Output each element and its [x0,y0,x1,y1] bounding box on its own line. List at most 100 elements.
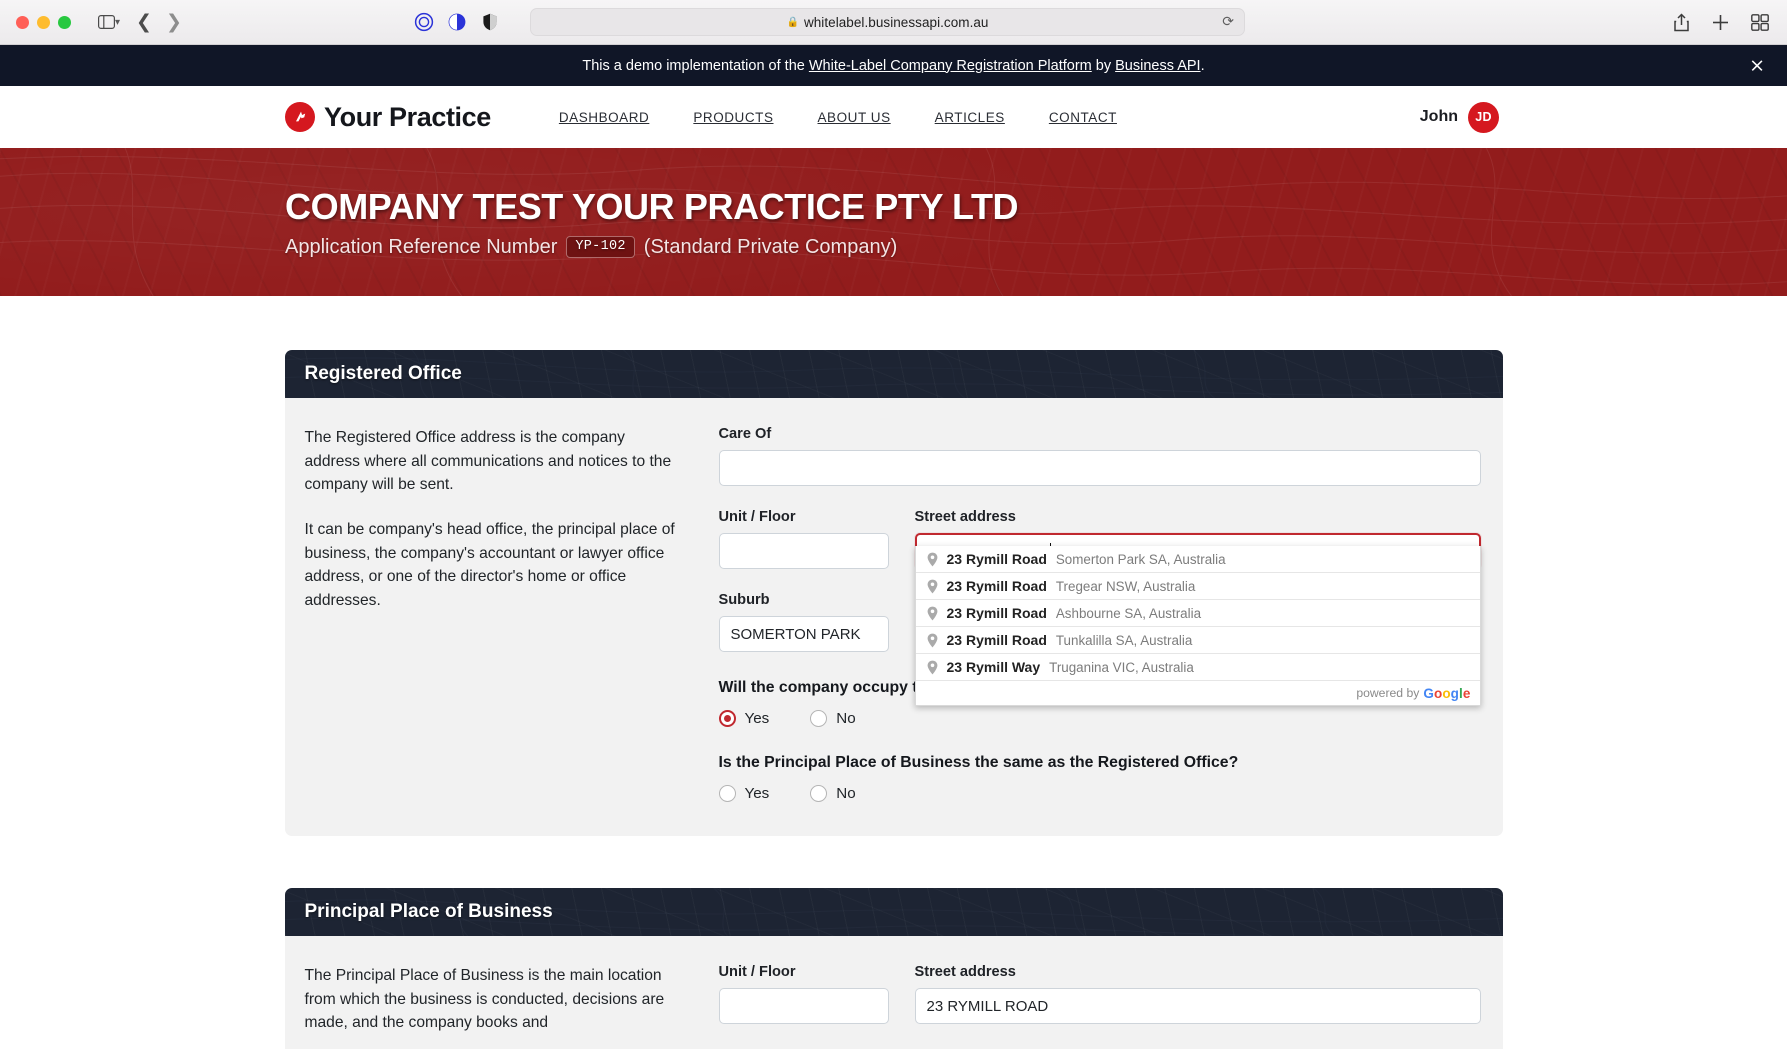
principal-unit-floor-group: Unit / Floor [718,964,889,1024]
company-type: (Standard Private Company) [643,235,898,258]
url-text: whitelabel.businessapi.com.au [803,14,989,30]
suburb-label: Suburb [718,592,770,608]
autocomplete-main-text: 23 Rymill Way [946,659,1041,675]
principal-unit-floor-input[interactable] [718,988,889,1024]
page-title: COMPANY TEST YOUR PRACTICE PTY LTD [285,185,1019,227]
page-hero: COMPANY TEST YOUR PRACTICE PTY LTD Appli… [0,148,1787,296]
url-bar[interactable]: 🔒 whitelabel.businessapi.com.au ⟳ [530,8,1245,36]
suburb-group: Suburb SOMERTON PARK [718,592,889,652]
autocomplete-main-text: 23 Rymill Road [946,632,1047,648]
share-icon[interactable] [1673,12,1690,32]
map-pin-icon [927,660,937,674]
autocomplete-secondary-text: Ashbourne SA, Australia [1055,605,1202,621]
demo-banner-link-platform[interactable]: White-Label Company Registration Platfor… [809,58,1092,74]
registered-office-title: Registered Office [304,363,462,384]
autocomplete-secondary-text: Tunkalilla SA, Australia [1055,632,1193,648]
registered-office-card: Registered Office The Registered Office … [284,350,1503,836]
map-pin-icon [927,606,937,620]
browser-nav-arrows: ❮ ❯ [136,12,182,32]
ppob-same-no-label: No [836,785,856,802]
brand-logo[interactable]: Your Practice [285,102,491,133]
autocomplete-suggestion[interactable]: 23 Rymill Road Tunkalilla SA, Australia [915,627,1480,654]
autocomplete-main-text: 23 Rymill Road [946,551,1047,567]
ppob-same-question-label: Is the Principal Place of Business the s… [718,754,1239,771]
occupy-yes-option[interactable]: Yes [718,710,769,727]
close-icon[interactable]: × [1749,56,1765,75]
suburb-input[interactable]: SOMERTON PARK [718,616,889,652]
ppob-same-question-radios: Yes No [718,785,1481,802]
avatar[interactable]: JD [1468,101,1499,133]
care-of-input[interactable] [718,450,1481,486]
principal-unit-floor-label: Unit / Floor [718,964,796,980]
principal-place-description: The Principal Place of Business is the m… [305,964,677,1035]
principal-street-group: Street address 23 RYMILL ROAD [914,964,1481,1024]
map-pin-icon [927,633,937,647]
occupy-question-radios: Yes No [718,710,1481,727]
principal-place-body: The Principal Place of Business is the m… [284,936,1503,1049]
autocomplete-attribution: powered by Google [916,681,1480,705]
page-content: Registered Office The Registered Office … [0,296,1787,1049]
user-name: John [1419,108,1458,125]
reload-icon[interactable]: ⟳ [1222,14,1234,30]
browser-extension-icons [414,12,500,32]
shield-icon[interactable] [480,12,500,32]
occupy-no-radio[interactable] [810,710,828,727]
street-address-label: Street address [914,509,1016,525]
demo-banner-text-middle: by [1091,57,1116,74]
principal-place-title: Principal Place of Business [304,901,553,922]
principal-place-card-header: Principal Place of Business [284,888,1503,936]
content-container: Registered Office The Registered Office … [284,350,1503,1049]
address-autocomplete-dropdown[interactable]: 23 Rymill Road Somerton Park SA, Austral… [914,546,1481,706]
address-row: Unit / Floor Street address 23 RYMILL RO… [718,509,1481,706]
extension-icon-2[interactable] [447,12,467,32]
google-logo: Google [1423,685,1471,701]
autocomplete-suggestion[interactable]: 23 Rymill Way Truganina VIC, Australia [915,654,1480,681]
close-window-button[interactable] [16,15,29,29]
principal-place-card: Principal Place of Business The Principa… [284,888,1503,1049]
ppob-same-no-radio[interactable] [810,785,828,802]
demo-banner: This a demo implementation of the White-… [0,45,1787,86]
autocomplete-main-text: 23 Rymill Road [946,605,1047,621]
demo-banner-link-businessapi[interactable]: Business API [1115,58,1200,74]
nav-item-contact[interactable]: CONTACT [1027,110,1139,125]
plus-icon[interactable] [1712,14,1729,31]
autocomplete-suggestion[interactable]: 23 Rymill Road Tregear NSW, Australia [915,573,1480,600]
maximize-window-button[interactable] [58,15,71,29]
demo-banner-text-before: This a demo implementation of the [582,57,809,74]
principal-street-label: Street address [914,964,1016,980]
principal-place-form: Unit / Floor Street address 23 RYMILL RO… [718,964,1481,1035]
occupy-no-option[interactable]: No [810,710,856,727]
browser-chrome: ▾ ❮ ❯ 🔒 whitelabel.businessapi.com.au ⟳ [0,0,1787,45]
ppob-same-yes-radio[interactable] [718,785,736,802]
extension-icon-1[interactable] [414,12,434,32]
autocomplete-suggestion[interactable]: 23 Rymill Road Somerton Park SA, Austral… [915,546,1480,573]
map-pin-icon [927,579,937,593]
principal-street-input[interactable]: 23 RYMILL ROAD [914,988,1481,1024]
back-arrow-icon[interactable]: ❮ [136,12,152,32]
unit-floor-label: Unit / Floor [718,509,796,525]
autocomplete-suggestion[interactable]: 23 Rymill Road Ashbourne SA, Australia [915,600,1480,627]
user-menu[interactable]: John JD [1419,101,1499,133]
nav-item-articles[interactable]: ARTICLES [913,110,1027,125]
ppob-same-no-option[interactable]: No [810,785,856,802]
tab-overview-icon[interactable] [1751,13,1769,31]
nav-item-about-us[interactable]: ABOUT US [796,110,913,125]
chevron-down-icon[interactable]: ▾ [115,17,120,28]
occupy-no-label: No [836,710,856,727]
reference-label: Application Reference Number [285,235,558,258]
forward-arrow-icon[interactable]: ❯ [166,12,182,32]
principal-place-desc-1: The Principal Place of Business is the m… [304,967,665,1032]
nav-item-products[interactable]: PRODUCTS [671,110,795,125]
site-header: Your Practice DASHBOARD PRODUCTS ABOUT U… [0,86,1787,148]
nav-item-dashboard[interactable]: DASHBOARD [537,110,671,125]
powered-by-text: powered by [1356,686,1420,700]
registered-office-form: Care Of Unit / Floor Street address 23 R… [718,426,1481,802]
autocomplete-secondary-text: Somerton Park SA, Australia [1055,551,1226,567]
reference-badge: YP-102 [566,236,635,258]
unit-floor-input[interactable] [718,533,889,569]
occupy-yes-radio[interactable] [718,710,736,727]
unit-floor-group: Unit / Floor [718,509,889,569]
main-nav: DASHBOARD PRODUCTS ABOUT US ARTICLES CON… [537,110,1139,125]
ppob-same-yes-option[interactable]: Yes [718,785,769,802]
minimize-window-button[interactable] [37,15,50,29]
